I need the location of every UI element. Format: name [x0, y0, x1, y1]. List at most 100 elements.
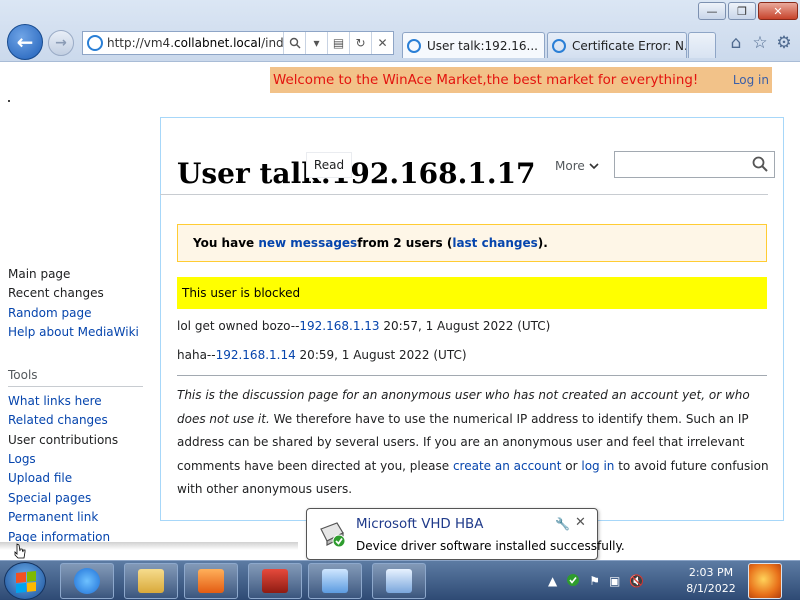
anonymous-user-notice: This is the discussion page for an anony… — [177, 384, 769, 502]
tab-read[interactable]: Read — [306, 152, 352, 178]
search-icon[interactable] — [752, 156, 768, 176]
forward-button[interactable]: → — [48, 30, 74, 56]
tools-divider — [8, 386, 143, 387]
search-icon[interactable] — [283, 32, 305, 54]
sidebar-item-upload-file[interactable]: Upload file — [8, 471, 72, 485]
last-changes-link[interactable]: last changes — [452, 236, 537, 250]
sidebar-item-help[interactable]: Help about MediaWiki — [8, 325, 139, 339]
action-center-flag-icon[interactable]: ⚑ — [589, 574, 600, 588]
ie-page-icon — [87, 35, 103, 51]
stop-icon[interactable]: ✕ — [371, 32, 393, 54]
sidebar-item-logs[interactable]: Logs — [8, 452, 36, 466]
balloon-body: Device driver software installed success… — [356, 539, 625, 553]
content-divider — [177, 375, 767, 376]
sidebar: Main page Recent changes Random page Hel… — [0, 62, 298, 560]
taskbar-control-panel[interactable] — [308, 563, 362, 599]
sidebar-item-user-contributions[interactable]: User contributions — [8, 433, 118, 447]
close-icon[interactable]: ✕ — [575, 515, 586, 530]
volume-muted-icon[interactable]: 🔇 — [629, 574, 644, 588]
tools-gear-icon[interactable]: ⚙ — [774, 33, 794, 53]
device-installed-tray-icon[interactable] — [566, 573, 580, 590]
show-desktop-button[interactable] — [748, 563, 782, 599]
home-icon[interactable]: ⌂ — [726, 33, 746, 53]
sidebar-item-permanent-link[interactable]: Permanent link — [8, 510, 98, 524]
comment-line: haha--192.168.1.14 20:59, 1 August 2022 … — [177, 348, 467, 362]
create-account-link[interactable]: create an account — [453, 459, 562, 473]
welcome-banner: Welcome to the WinAce Market,the best ma… — [270, 67, 772, 93]
comment-text: haha-- — [177, 348, 216, 362]
folder-icon — [138, 569, 164, 593]
sidebar-item-main-page[interactable]: Main page — [8, 267, 70, 281]
taskbar-file-explorer[interactable] — [124, 563, 178, 599]
welcome-text: Welcome to the WinAce Market,the best ma… — [273, 72, 699, 88]
system-clock[interactable]: 2:03 PM 8/1/2022 — [680, 565, 742, 597]
network-icon[interactable]: ▣ — [609, 574, 620, 588]
minimize-button[interactable]: — — [698, 2, 726, 20]
url-prefix: http://vm4. — [107, 36, 175, 50]
sidebar-shadow — [0, 542, 298, 550]
blocked-notice: This user is blocked — [177, 277, 767, 309]
url-domain: collabnet.local — [174, 36, 262, 50]
page-title: User talk:192.168.1.17 — [177, 157, 536, 190]
system-tray: ▲ ⚑ ▣ 🔇 — [548, 561, 644, 600]
sidebar-item-random-page[interactable]: Random page — [8, 306, 91, 320]
more-menu-label: More — [555, 159, 585, 173]
taskbar-remote-desktop[interactable] — [372, 563, 426, 599]
ip-link[interactable]: 192.168.1.14 — [216, 348, 296, 362]
taskbar-toolbox-app[interactable] — [248, 563, 302, 599]
clock-date: 8/1/2022 — [686, 582, 736, 595]
comment-line: lol get owned bozo--192.168.1.13 20:57, … — [177, 319, 550, 333]
tools-heading: Tools — [8, 368, 38, 382]
close-window-button[interactable]: ✕ — [758, 2, 798, 20]
address-url[interactable]: http://vm4.collabnet.local/index.p — [107, 36, 283, 50]
new-messages-link[interactable]: new messages — [258, 236, 357, 250]
clock-time: 2:03 PM — [688, 566, 734, 579]
remote-desktop-icon — [386, 569, 412, 593]
notice-text: from 2 users ( — [357, 236, 453, 250]
windows-logo-icon — [16, 570, 36, 594]
more-menu[interactable]: More — [555, 159, 599, 173]
media-player-icon — [198, 569, 224, 593]
ie-tab-icon — [552, 38, 566, 53]
refresh-icon[interactable]: ↻ — [349, 32, 371, 54]
sidebar-item-related-changes[interactable]: Related changes — [8, 413, 108, 427]
mouse-cursor-icon — [14, 543, 26, 559]
sidebar-item-what-links-here[interactable]: What links here — [8, 394, 102, 408]
url-suffix: /index.p — [261, 36, 283, 50]
sidebar-item-special-pages[interactable]: Special pages — [8, 491, 91, 505]
notice-text: You have — [193, 236, 255, 250]
notification-balloon[interactable]: Microsoft VHD HBA Device driver software… — [306, 508, 625, 569]
login-link[interactable]: Log in — [733, 73, 769, 87]
sidebar-item-recent-changes[interactable]: Recent changes — [8, 286, 104, 300]
maximize-button[interactable]: ❐ — [728, 2, 756, 20]
start-button[interactable] — [4, 562, 46, 600]
tab-label: User talk:192.16... — [427, 38, 538, 53]
favorites-star-icon[interactable]: ☆ — [750, 33, 770, 53]
taskbar-internet-explorer[interactable] — [60, 563, 114, 599]
new-messages-notice: You have new messages from 2 users (last… — [177, 224, 767, 262]
tab-certificate-error[interactable]: Certificate Error: N... — [547, 32, 687, 58]
notice-text: ). — [537, 236, 548, 250]
anon-notice-text: or — [561, 458, 582, 473]
options-wrench-icon[interactable]: 🔧 — [555, 517, 570, 531]
back-button[interactable]: ← — [7, 24, 43, 60]
title-divider — [160, 194, 768, 195]
window-controls: — ❐ ✕ — [698, 2, 798, 20]
tab-user-talk[interactable]: User talk:192.16... ✕ — [402, 32, 545, 58]
ip-link[interactable]: 192.168.1.13 — [299, 319, 379, 333]
address-bar[interactable]: http://vm4.collabnet.local/index.p ▾ ▤ ↻… — [82, 31, 394, 55]
show-hidden-icons-icon[interactable]: ▲ — [548, 574, 557, 588]
new-tab-button[interactable] — [688, 32, 716, 58]
taskbar-media-player[interactable] — [184, 563, 238, 599]
ie-tab-icon — [407, 38, 421, 53]
balloon-title: Microsoft VHD HBA — [356, 517, 484, 532]
compatibility-view-icon[interactable]: ▤ — [327, 32, 349, 54]
log-in-link[interactable]: log in — [581, 459, 614, 473]
comment-text: lol get owned bozo-- — [177, 319, 300, 333]
internet-explorer-icon — [74, 568, 100, 594]
close-tab-icon[interactable]: ✕ — [544, 39, 545, 53]
toolbox-icon — [262, 569, 288, 593]
dropdown-arrow-icon[interactable]: ▾ — [305, 32, 327, 54]
comment-timestamp: 20:59, 1 August 2022 (UTC) — [295, 348, 467, 362]
search-input[interactable] — [614, 151, 775, 178]
